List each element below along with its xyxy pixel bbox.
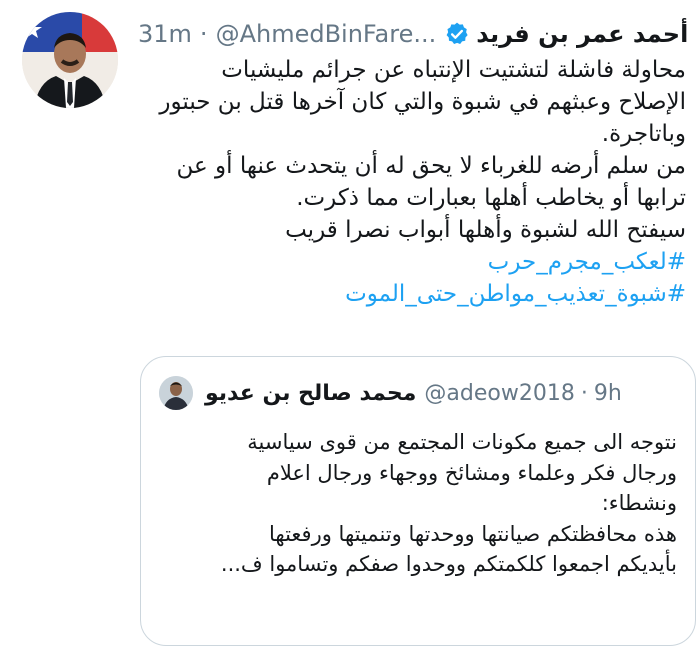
quoted-header-separator: ·	[580, 380, 588, 406]
quoted-tweet[interactable]: محمد صالح بن عديو @adeow2018 · 9h نتوجه …	[140, 356, 696, 646]
tweet-line: ترابها أو يخاطب أهلها بعبارات مما ذكرت.	[296, 185, 686, 211]
tweet-line: من سلم أرضه للغرباء لا يحق له أن يتحدث ع…	[176, 153, 686, 179]
quoted-tweet-time[interactable]: 9h	[594, 381, 622, 406]
quoted-line: نتوجه الى جميع مكونات المجتمع من قوى سيا…	[247, 430, 677, 454]
quoted-line: ونشطاء:	[601, 491, 677, 515]
tweet-line: وباتاجرة.	[601, 121, 686, 147]
quoted-author-avatar[interactable]	[159, 376, 193, 410]
author-name[interactable]: أحمد عمر بن فريد	[476, 20, 688, 48]
hashtag-link[interactable]: #لعكب_مجرم_حرب	[150, 246, 686, 278]
quoted-line: هذه محافظتكم صيانتها ووحدتها وتنميتها ور…	[269, 521, 677, 546]
tweet-line: الإصلاح وعبثهم في شبوة والتي كان آخرها ق…	[159, 89, 686, 115]
quoted-line: ورجال فكر وعلماء ومشائخ ووجهاء ورجال اعل…	[266, 460, 677, 485]
verified-badge-icon	[444, 21, 470, 47]
quoted-line: بأيديكم اجمعوا كلكمتكم ووحدوا صفكم وتسام…	[220, 552, 677, 576]
hashtag-link[interactable]: #شبوة_تعذيب_مواطن_حتى_الموت	[150, 278, 686, 310]
header-separator: ·	[199, 20, 208, 48]
author-avatar[interactable]	[22, 12, 118, 108]
tweet-line: سيفتح الله لشبوة وأهلها أبواب نصرا قريب	[285, 217, 686, 243]
quoted-tweet-body: نتوجه الى جميع مكونات المجتمع من قوى سيا…	[165, 427, 677, 580]
quoted-author-handle[interactable]: @adeow2018	[424, 381, 574, 406]
tweet-time[interactable]: 31m	[138, 20, 192, 48]
quoted-author-name[interactable]: محمد صالح بن عديو	[205, 381, 416, 406]
tweet-body: محاولة فاشلة لتشتيت الإنتباه عن جرائم مل…	[150, 54, 686, 310]
author-handle[interactable]: @AhmedBinFare...	[216, 20, 437, 48]
tweet-line: محاولة فاشلة لتشتيت الإنتباه عن جرائم مل…	[221, 57, 686, 83]
quoted-tweet-header: محمد صالح بن عديو @adeow2018 · 9h	[159, 375, 679, 411]
tweet-header: 31m · @AhmedBinFare... أحمد عمر بن فريد	[138, 12, 688, 56]
